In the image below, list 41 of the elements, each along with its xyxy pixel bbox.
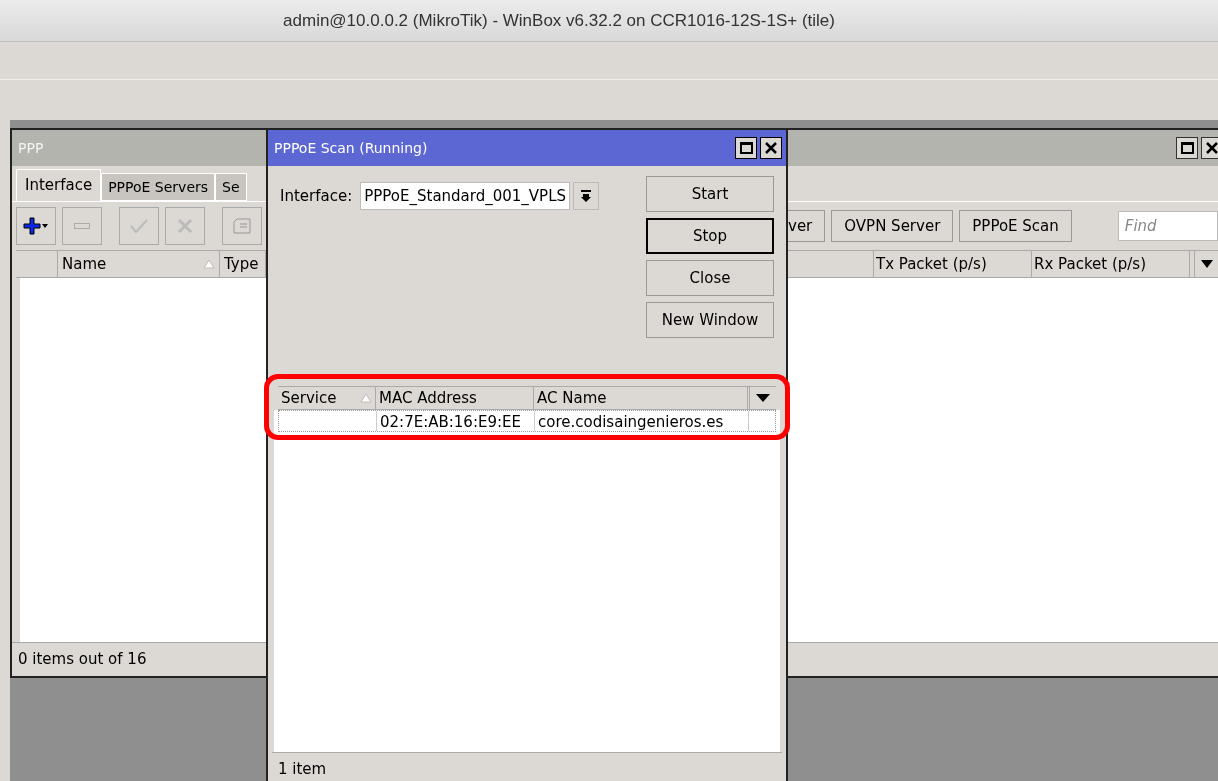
close-icon[interactable] xyxy=(1201,137,1218,159)
toolbar-button[interactable]: ver xyxy=(786,210,826,242)
toolbar-button[interactable]: OVPN Server xyxy=(831,210,954,242)
tab[interactable]: PPPoE Servers xyxy=(101,173,216,201)
add-button[interactable] xyxy=(16,207,56,245)
check-icon xyxy=(130,218,148,234)
status-text: 1 item xyxy=(278,759,327,781)
table-cell: core.codisaingenieros.es xyxy=(535,411,749,431)
maximize-icon[interactable] xyxy=(1176,137,1198,159)
note-icon xyxy=(233,218,251,234)
tab[interactable]: Interface xyxy=(16,169,102,201)
action-button[interactable]: Stop xyxy=(646,218,774,254)
window-title: PPPoE Scan (Running) xyxy=(274,138,428,158)
dropdown-icon[interactable] xyxy=(756,394,770,402)
column-header[interactable]: MAC Address xyxy=(376,387,534,409)
column-header[interactable]: Rx Packet (p/s) xyxy=(1032,251,1190,277)
sort-icon xyxy=(203,259,215,269)
plus-icon xyxy=(23,217,49,235)
toolbar-button[interactable]: PPPoE Scan xyxy=(959,210,1072,242)
window-title: admin@10.0.0.2 (MikroTik) - WinBox v6.32.2 on CCR1016-12S-1S+ (tile) xyxy=(283,9,835,32)
column-header[interactable]: Name xyxy=(58,251,220,277)
tab[interactable]: Se xyxy=(215,173,247,201)
column-header[interactable]: AC Name xyxy=(534,387,748,409)
column-header[interactable]: Service xyxy=(278,387,376,409)
status-text: 0 items out of 16 xyxy=(18,649,147,671)
action-button[interactable]: Start xyxy=(646,176,774,212)
sort-icon xyxy=(360,393,372,403)
dropdown-icon xyxy=(581,190,592,202)
close-icon[interactable] xyxy=(760,137,782,159)
table-row[interactable]: 02:7E:AB:16:E9:EE core.codisaingenieros.es xyxy=(278,410,776,432)
dropdown-icon[interactable] xyxy=(1201,260,1213,268)
x-icon xyxy=(177,218,193,234)
column-header[interactable]: Tx Packet (p/s) xyxy=(874,251,1032,277)
window-title: PPP xyxy=(18,138,44,158)
find-field[interactable]: Find xyxy=(1117,211,1218,241)
table-cell: 02:7E:AB:16:E9:EE xyxy=(377,411,535,431)
field-label: Interface: xyxy=(280,186,353,207)
maximize-icon[interactable] xyxy=(735,137,757,159)
action-button[interactable]: New Window xyxy=(646,302,774,338)
minus-icon xyxy=(74,223,90,229)
action-button[interactable]: Close xyxy=(646,260,774,296)
